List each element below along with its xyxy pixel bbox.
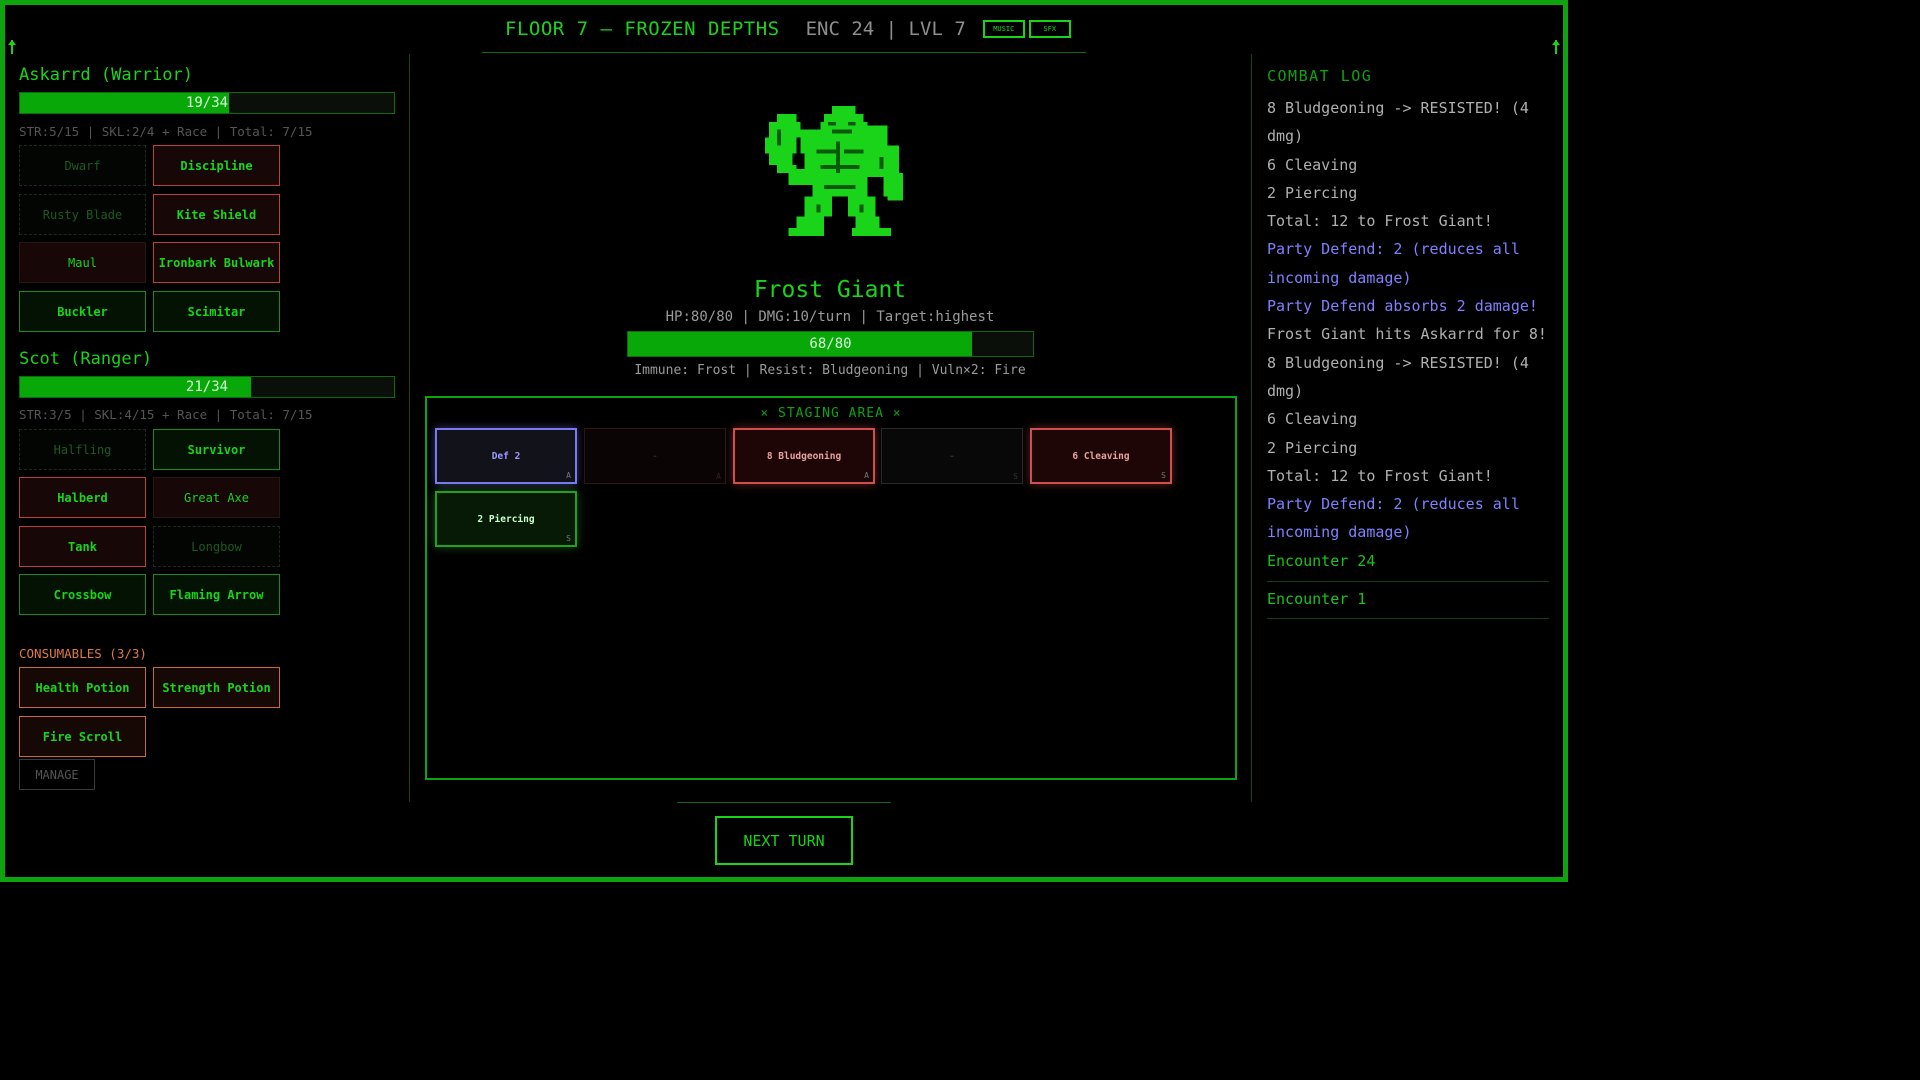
slot-tag: A — [566, 471, 571, 480]
pin-icon-right — [1552, 40, 1560, 54]
staging-slot-empty[interactable]: - S — [881, 428, 1023, 484]
enemy-name: Frost Giant — [753, 277, 907, 303]
card-kite-shield[interactable]: Kite Shield — [153, 194, 280, 235]
slot-label: Def 2 — [491, 450, 521, 462]
race-card-dwarf[interactable]: Dwarf — [19, 145, 146, 186]
next-turn-divider — [677, 802, 891, 803]
card-scimitar[interactable]: Scimitar — [153, 291, 280, 332]
card-rusty-blade[interactable]: Rusty Blade — [19, 194, 146, 235]
slot-tag: S — [1013, 472, 1018, 481]
slot-tag: A — [716, 472, 721, 481]
staging-slot-bludgeoning[interactable]: 8 Bludgeoning A — [733, 428, 875, 484]
character-stats: STR:5/15 | SKL:2/4 + Race | Total: 7/15 — [19, 124, 313, 139]
card-halberd[interactable]: Halberd — [19, 477, 146, 518]
log-entry: Total: 12 to Frost Giant! — [1267, 212, 1493, 231]
right-panel-divider — [1251, 54, 1252, 802]
character-hp-text: 19/34 — [185, 95, 229, 111]
card-ironbark-bulwark[interactable]: Ironbark Bulwark — [153, 242, 280, 283]
frost-giant-sprite-icon — [765, 106, 904, 237]
staging-area-title: ⨯ STAGING AREA ⨯ — [760, 406, 902, 421]
log-entry: 6 Cleaving — [1267, 410, 1358, 429]
character-stats: STR:3/5 | SKL:4/15 + Race | Total: 7/15 — [19, 407, 313, 422]
character-name: Askarrd (Warrior) — [19, 65, 193, 85]
consumable-fire-scroll[interactable]: Fire Scroll — [19, 716, 146, 757]
enemy-stats: HP:80/80 | DMG:10/turn | Target:highest — [665, 309, 995, 325]
log-entry: Party Defend: 2 (reduces all incoming da… — [1267, 240, 1520, 287]
log-encounter-header[interactable]: Encounter 1 — [1267, 581, 1549, 620]
enemy-hp-bar: 68/80 — [627, 331, 1034, 357]
character-hp-bar: 19/34 — [19, 92, 395, 114]
pin-icon-left — [8, 40, 16, 54]
card-buckler[interactable]: Buckler — [19, 291, 146, 332]
floor-title: FLOOR 7 — FROZEN DEPTHS — [505, 18, 780, 40]
character-hp-bar: 21/34 — [19, 376, 395, 398]
left-panel-divider — [409, 54, 410, 802]
sfx-toggle-button[interactable]: SFX — [1028, 20, 1071, 38]
log-entry: 6 Cleaving — [1267, 155, 1358, 174]
consumable-health-potion[interactable]: Health Potion — [19, 667, 146, 708]
card-great-axe[interactable]: Great Axe — [153, 477, 280, 518]
card-flaming-arrow[interactable]: Flaming Arrow — [153, 574, 280, 615]
music-toggle-button[interactable]: MUSIC — [982, 20, 1025, 38]
consumables-title: CONSUMABLES (3/3) — [19, 646, 147, 661]
card-survivor[interactable]: Survivor — [153, 429, 280, 470]
staging-slot-piercing[interactable]: 2 Piercing S — [435, 491, 577, 547]
card-longbow[interactable]: Longbow — [153, 526, 280, 567]
slot-label: 8 Bludgeoning — [766, 450, 842, 462]
slot-label: - — [652, 450, 658, 462]
character-hp-text: 21/34 — [185, 379, 229, 395]
log-entry: 8 Bludgeoning -> RESISTED! (4 dmg) — [1267, 99, 1529, 146]
consumable-strength-potion[interactable]: Strength Potion — [153, 667, 280, 708]
enemy-traits: Immune: Frost | Resist: Bludgeoning | Vu… — [634, 363, 1026, 378]
log-entry: Frost Giant hits Askarrd for 8! — [1267, 325, 1547, 344]
combat-log-list[interactable]: 8 Bludgeoning -> RESISTED! (4 dmg) 6 Cle… — [1267, 94, 1549, 620]
enemy-hp-text: 68/80 — [809, 336, 852, 352]
staging-slot-defend[interactable]: Def 2 A — [435, 428, 577, 484]
top-header: FLOOR 7 — FROZEN DEPTHS ENC 24 | LVL 7 M… — [505, 16, 1071, 42]
log-entry: 2 Piercing — [1267, 183, 1358, 202]
staging-slot-empty[interactable]: - A — [584, 428, 726, 484]
next-turn-button[interactable]: NEXT TURN — [715, 816, 853, 865]
slot-label: 2 Piercing — [477, 513, 535, 525]
card-crossbow[interactable]: Crossbow — [19, 574, 146, 615]
log-entry: Total: 12 to Frost Giant! — [1267, 466, 1493, 485]
slot-tag: S — [1161, 471, 1166, 480]
log-entry: Party Defend absorbs 2 damage! — [1267, 297, 1538, 316]
log-entry: Party Defend: 2 (reduces all incoming da… — [1267, 495, 1520, 542]
card-tank[interactable]: Tank — [19, 526, 146, 567]
log-entry: Encounter 24 — [1267, 551, 1376, 570]
combat-log-title: COMBAT LOG — [1267, 67, 1373, 85]
log-entry: 2 Piercing — [1267, 438, 1358, 457]
slot-tag: A — [864, 471, 869, 480]
staging-slot-cleaving[interactable]: 6 Cleaving S — [1030, 428, 1172, 484]
card-discipline[interactable]: Discipline — [153, 145, 280, 186]
slot-tag: S — [566, 534, 571, 543]
slot-label: - — [949, 450, 955, 462]
character-name: Scot (Ranger) — [19, 349, 153, 369]
header-divider — [482, 52, 1086, 53]
card-maul[interactable]: Maul — [19, 242, 146, 283]
encounter-level-info: ENC 24 | LVL 7 — [805, 18, 966, 40]
log-entry: 8 Bludgeoning -> RESISTED! (4 dmg) — [1267, 353, 1529, 400]
slot-label: 6 Cleaving — [1072, 450, 1130, 462]
race-card-halfling[interactable]: Halfling — [19, 429, 146, 470]
manage-button[interactable]: MANAGE — [19, 759, 95, 790]
